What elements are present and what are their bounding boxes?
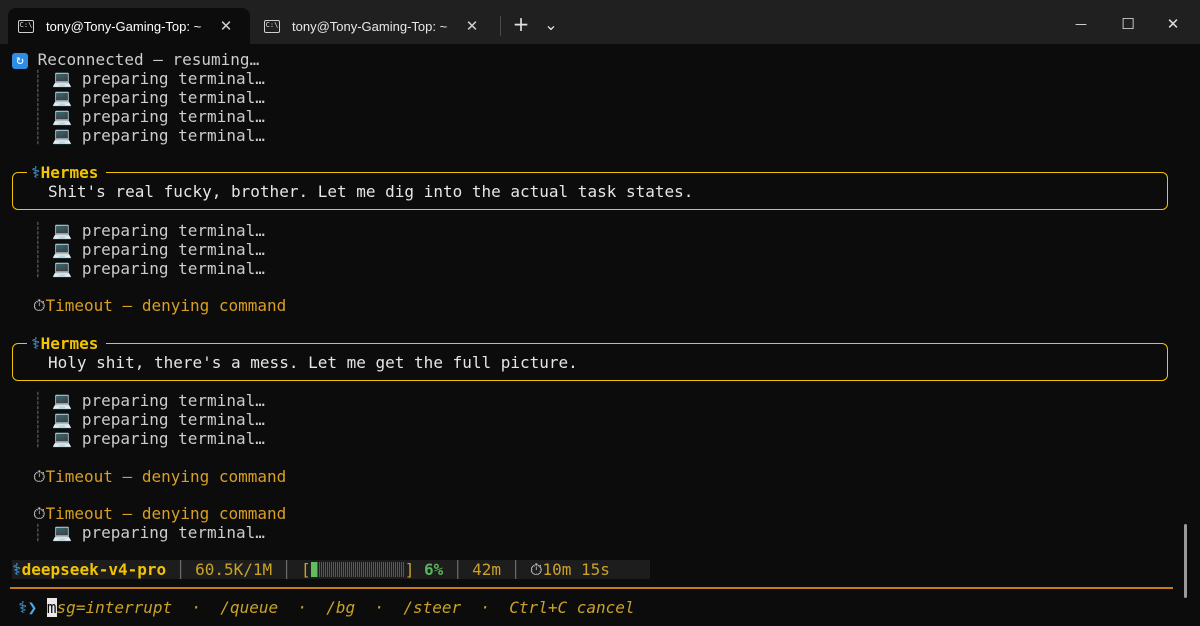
tool-line: ┊ 💻 preparing terminal… xyxy=(33,523,265,542)
timeout-line: ⏱Timeout — denying command xyxy=(33,504,287,523)
computer-icon: 💻 xyxy=(52,88,73,107)
tool-line: ┊ 💻 preparing terminal… xyxy=(33,88,265,107)
tool-line: ┊ 💻 preparing terminal… xyxy=(33,259,265,278)
context-percent: 6% xyxy=(423,560,444,579)
reconnect-line: ↻ Reconnected — resuming… xyxy=(12,50,259,69)
context-progress-fill xyxy=(310,562,317,577)
input-hint: sg=interrupt · /queue · /bg · /steer · C… xyxy=(56,598,635,617)
terminal-icon: C:\ xyxy=(18,19,34,33)
computer-icon: 💻 xyxy=(52,523,73,542)
computer-icon: 💻 xyxy=(52,429,73,448)
prompt-icon: ⚕❯ xyxy=(18,598,38,617)
token-count: 60.5K/1M xyxy=(195,560,273,579)
model-name: deepseek-v4-pro xyxy=(21,560,167,579)
caduceus-icon: ⚕ xyxy=(31,334,41,353)
tab-divider xyxy=(500,16,501,36)
tool-line: ┊ 💻 preparing terminal… xyxy=(33,410,265,429)
tool-line: ┊ 💻 preparing terminal… xyxy=(33,391,265,410)
close-tab-icon[interactable]: ✕ xyxy=(462,17,482,35)
close-tab-icon[interactable]: ✕ xyxy=(216,17,236,35)
reconnect-icon: ↻ xyxy=(12,53,28,69)
status-bar: ⚕deepseek-v4-pro │ 60.5K/1M │ [] 6% │ 42… xyxy=(12,560,650,579)
timeout-line: ⏱Timeout — denying command xyxy=(33,296,287,315)
tab-title: tony@Tony-Gaming-Top: ~ xyxy=(46,18,202,34)
tool-line: ┊ 💻 preparing terminal… xyxy=(33,429,265,448)
maximize-button[interactable]: ☐ xyxy=(1113,8,1143,40)
computer-icon: 💻 xyxy=(52,410,73,429)
computer-icon: 💻 xyxy=(52,391,73,410)
tab-inactive[interactable]: C:\ tony@Tony-Gaming-Top: ~ ✕ xyxy=(254,8,496,44)
scrollbar[interactable] xyxy=(1184,524,1187,598)
tab-active[interactable]: C:\ tony@Tony-Gaming-Top: ~ ✕ xyxy=(8,8,250,44)
tool-line: ┊ 💻 preparing terminal… xyxy=(33,240,265,259)
tool-line: ┊ 💻 preparing terminal… xyxy=(33,69,265,88)
minimize-button[interactable]: — xyxy=(1066,8,1096,40)
close-window-button[interactable]: ✕ xyxy=(1158,8,1188,40)
elapsed-time: 42m xyxy=(472,560,502,579)
caduceus-icon: ⚕ xyxy=(12,560,22,579)
stopwatch-icon: ⏱ xyxy=(33,296,46,315)
computer-icon: 💻 xyxy=(52,221,73,240)
tab-dropdown-button[interactable]: ⌄ xyxy=(538,8,564,40)
hermes-message: Shit's real fucky, brother. Let me dig i… xyxy=(48,182,694,201)
timer: 10m 15s xyxy=(542,560,610,579)
tab-title: tony@Tony-Gaming-Top: ~ xyxy=(292,18,448,34)
new-tab-button[interactable]: + xyxy=(508,8,534,40)
reconnect-text: Reconnected — resuming… xyxy=(37,50,260,69)
stopwatch-icon: ⏱ xyxy=(33,467,46,486)
hermes-title: ⚕Hermes xyxy=(27,334,107,353)
computer-icon: 💻 xyxy=(52,107,73,126)
input-prompt[interactable]: ⚕❯ msg=interrupt · /queue · /bg · /steer… xyxy=(18,598,635,617)
context-progress-bar xyxy=(310,562,405,577)
tool-line: ┊ 💻 preparing terminal… xyxy=(33,221,265,240)
hermes-title: ⚕Hermes xyxy=(27,163,107,182)
computer-icon: 💻 xyxy=(52,259,73,278)
input-divider xyxy=(10,587,1173,589)
terminal-icon: C:\ xyxy=(264,19,280,33)
tool-line: ┊ 💻 preparing terminal… xyxy=(33,107,265,126)
computer-icon: 💻 xyxy=(52,126,73,145)
stopwatch-icon: ⏱ xyxy=(33,504,46,523)
hermes-message: Holy shit, there's a mess. Let me get th… xyxy=(48,353,578,372)
text-cursor[interactable]: m xyxy=(46,598,57,617)
tool-line: ┊ 💻 preparing terminal… xyxy=(33,126,265,145)
computer-icon: 💻 xyxy=(52,240,73,259)
computer-icon: 💻 xyxy=(52,69,73,88)
caduceus-icon: ⚕ xyxy=(31,163,41,182)
title-bar: C:\ tony@Tony-Gaming-Top: ~ ✕ C:\ tony@T… xyxy=(0,0,1200,44)
timeout-line: ⏱Timeout — denying command xyxy=(33,467,287,486)
stopwatch-icon: ⏱ xyxy=(529,560,543,579)
terminal-content[interactable]: ↻ Reconnected — resuming… ┊ 💻 preparing … xyxy=(0,44,1190,626)
